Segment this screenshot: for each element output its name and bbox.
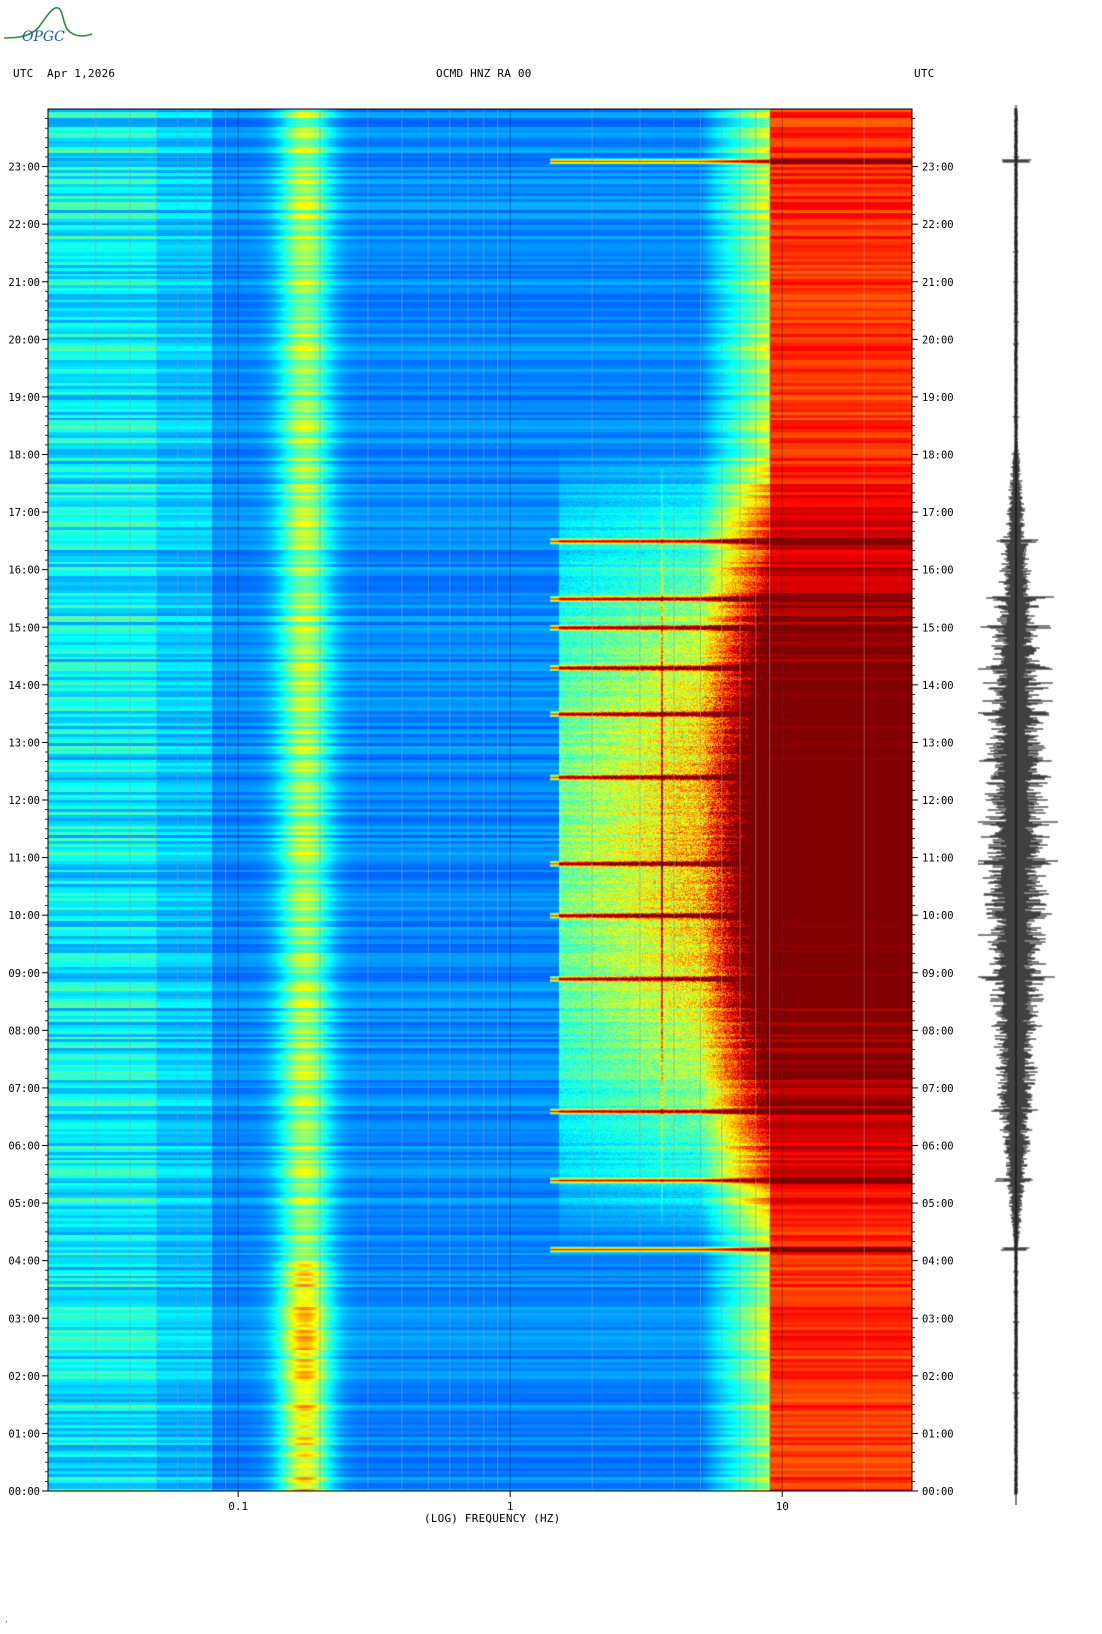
- y-tick-label-left: 15:00: [8, 622, 40, 634]
- y-tick-label-right: 09:00: [922, 968, 954, 980]
- y-tick-label-left: 00:00: [8, 1486, 40, 1498]
- y-tick-label-right: 07:00: [922, 1083, 954, 1095]
- y-tick-label-right: 16:00: [922, 565, 954, 577]
- y-tick-label-right: 19:00: [922, 392, 954, 404]
- y-tick-label-right: 23:00: [922, 162, 954, 174]
- y-tick-label-right: 00:00: [922, 1486, 954, 1498]
- y-tick-label-right: 17:00: [922, 507, 954, 519]
- y-tick-label-right: 13:00: [922, 737, 954, 749]
- y-tick-label-right: 03:00: [922, 1313, 954, 1325]
- y-tick-label-left: 23:00: [8, 162, 40, 174]
- spectrogram-figure: OPGC UTC Apr 1,2026 OCMD HNZ RA 00 UTC 0…: [0, 0, 1102, 1634]
- y-tick-label-left: 21:00: [8, 277, 40, 289]
- y-tick-label-left: 04:00: [8, 1256, 40, 1268]
- y-tick-label-left: 17:00: [8, 507, 40, 519]
- x-tick-label: 10: [776, 1500, 789, 1513]
- y-tick-label-right: 10:00: [922, 910, 954, 922]
- y-tick-label-left: 02:00: [8, 1371, 40, 1383]
- y-tick-label-left: 08:00: [8, 1025, 40, 1037]
- y-tick-label-left: 12:00: [8, 795, 40, 807]
- x-axis-label: (LOG) FREQUENCY (HZ): [424, 1512, 561, 1525]
- y-tick-label-left: 07:00: [8, 1083, 40, 1095]
- y-tick-label-right: 05:00: [922, 1198, 954, 1210]
- axes-overlay: 00:00 00:00 01:00 01:00 02:00 02:00 03:00 03:00…: [8, 108, 954, 1513]
- corner-mark: ′: [4, 1620, 10, 1629]
- y-tick-label-left: 16:00: [8, 565, 40, 577]
- y-tick-label-right: 11:00: [922, 853, 954, 865]
- y-tick-label-left: 10:00: [8, 910, 40, 922]
- y-tick-label-left: 06:00: [8, 1141, 40, 1153]
- y-tick-label-left: 09:00: [8, 968, 40, 980]
- y-tick-label-left: 22:00: [8, 219, 40, 231]
- x-tick-label: 0.1: [228, 1500, 248, 1513]
- y-tick-label-right: 12:00: [922, 795, 954, 807]
- y-tick-label-right: 22:00: [922, 219, 954, 231]
- y-tick-label-left: 14:00: [8, 680, 40, 692]
- y-tick-label-left: 18:00: [8, 450, 40, 462]
- y-tick-label-right: 21:00: [922, 277, 954, 289]
- y-tick-label-left: 01:00: [8, 1428, 40, 1440]
- y-tick-label-right: 02:00: [922, 1371, 954, 1383]
- y-tick-label-right: 18:00: [922, 450, 954, 462]
- seismogram-trace: [978, 105, 1058, 1505]
- y-tick-label-left: 13:00: [8, 737, 40, 749]
- y-tick-label-right: 06:00: [922, 1141, 954, 1153]
- y-tick-label-right: 04:00: [922, 1256, 954, 1268]
- y-tick-label-right: 01:00: [922, 1428, 954, 1440]
- y-tick-label-right: 20:00: [922, 334, 954, 346]
- y-tick-label-left: 11:00: [8, 853, 40, 865]
- y-tick-label-right: 08:00: [922, 1025, 954, 1037]
- y-tick-label-left: 20:00: [8, 334, 40, 346]
- y-tick-label-left: 03:00: [8, 1313, 40, 1325]
- y-tick-label-left: 19:00: [8, 392, 40, 404]
- y-tick-label-right: 14:00: [922, 680, 954, 692]
- y-tick-label-left: 05:00: [8, 1198, 40, 1210]
- y-tick-label-right: 15:00: [922, 622, 954, 634]
